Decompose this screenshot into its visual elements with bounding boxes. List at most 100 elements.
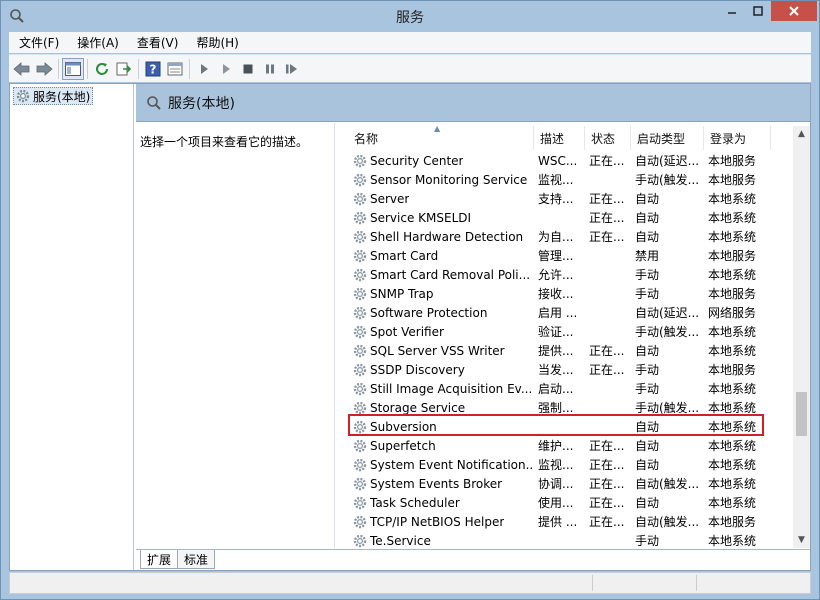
service-logon: 本地系统: [708, 382, 757, 396]
stop-service-button[interactable]: [237, 58, 259, 80]
status-bar: [9, 572, 811, 594]
service-name: SQL Server VSS Writer: [370, 343, 505, 358]
table-row[interactable]: Smart Card Removal Poli... 允许... 手动 本地系统: [348, 265, 795, 284]
forward-button[interactable]: [33, 58, 55, 80]
column-header-logon-label: 登录为: [710, 131, 747, 146]
gear-icon: [353, 249, 367, 262]
restart-icon: [286, 63, 297, 74]
service-name: Service KMSELDI: [370, 210, 472, 225]
service-name: TCP/IP NetBIOS Helper: [370, 514, 505, 529]
service-name-cell: Te.Service: [348, 534, 534, 548]
table-row[interactable]: SQL Server VSS Writer 提供... 正在... 自动 本地系统: [348, 341, 795, 360]
column-header-logon[interactable]: 登录为: [704, 126, 771, 150]
service-logon: 本地系统: [708, 458, 757, 472]
table-row[interactable]: Te.Service 手动 本地系统: [348, 531, 795, 548]
title-bar[interactable]: 服务: [1, 1, 819, 31]
service-startup-type: 自动: [635, 439, 660, 453]
service-desc: WSC...: [538, 153, 578, 168]
table-row[interactable]: Spot Verifier 验证... 手动(触发... 本地系统: [348, 322, 795, 341]
column-header-status[interactable]: 状态: [585, 126, 631, 150]
service-logon: 本地服务: [708, 154, 757, 168]
service-desc: 启动...: [538, 382, 574, 396]
scroll-thumb[interactable]: [796, 392, 807, 436]
table-row[interactable]: Superfetch 维护... 正在... 自动 本地系统: [348, 436, 795, 455]
pause-icon: [266, 64, 274, 73]
table-row[interactable]: System Events Broker 协调... 正在... 自动(触发... 本地…: [348, 474, 795, 493]
service-desc: 监视...: [538, 173, 574, 187]
service-name-cell: TCP/IP NetBIOS Helper: [348, 515, 534, 529]
menu-view[interactable]: 查看(V): [127, 34, 187, 51]
service-status: 正在...: [589, 477, 625, 491]
service-status: 正在...: [589, 439, 625, 453]
table-row[interactable]: SNMP Trap 接收... 手动 本地服务: [348, 284, 795, 303]
service-startup-type: 自动(延迟...: [635, 154, 700, 168]
table-row[interactable]: SSDP Discovery 当发... 正在... 手动 本地服务: [348, 360, 795, 379]
table-row[interactable]: Server 支持... 正在... 自动 本地系统: [348, 189, 795, 208]
service-name: SSDP Discovery: [370, 362, 465, 377]
service-name-cell: Security Center: [348, 154, 534, 168]
service-name: Task Scheduler: [370, 495, 460, 510]
service-name: Still Image Acquisition Ev...: [370, 381, 533, 396]
back-button[interactable]: [11, 58, 33, 80]
pane-header: 服务(本地): [136, 84, 810, 122]
tab-standard[interactable]: 标准: [177, 550, 216, 569]
list-header: 名称 ▲ 描述 状态 启动类型 登录为: [348, 126, 795, 150]
service-name: Server: [370, 191, 410, 206]
service-name: SNMP Trap: [370, 286, 434, 301]
gear-icon: [353, 230, 367, 243]
table-row[interactable]: Shell Hardware Detection 为自... 正在... 自动 本地系统: [348, 227, 795, 246]
service-logon: 本地系统: [708, 325, 757, 339]
table-row[interactable]: Security Center WSC... 正在... 自动(延迟... 本地服务: [348, 151, 795, 170]
service-logon: 本地系统: [708, 268, 757, 282]
column-header-startup[interactable]: 启动类型: [631, 126, 704, 150]
toolbar-separator: [138, 58, 139, 79]
service-startup-type: 手动(触发...: [635, 325, 700, 339]
table-row[interactable]: TCP/IP NetBIOS Helper 提供 ... 正在... 自动(触发...…: [348, 512, 795, 531]
table-row[interactable]: Sensor Monitoring Service 监视... 手动(触发... 本地…: [348, 170, 795, 189]
service-name-cell: System Event Notification...: [348, 458, 534, 472]
properties-button[interactable]: [164, 58, 186, 80]
table-row[interactable]: Software Protection 启用 ... 自动(延迟... 网络服务: [348, 303, 795, 322]
toolbar-separator: [58, 58, 59, 79]
restart-service-button[interactable]: [281, 58, 303, 80]
menu-help[interactable]: 帮助(H): [186, 34, 246, 51]
close-button[interactable]: [771, 1, 817, 21]
scroll-up-icon[interactable]: ▲: [793, 126, 810, 142]
service-desc: 提供 ...: [538, 515, 578, 529]
scroll-down-icon[interactable]: ▼: [793, 532, 810, 548]
export-list-button[interactable]: [113, 58, 135, 80]
start-service-alt-button[interactable]: [215, 58, 237, 80]
table-row[interactable]: Still Image Acquisition Ev... 启动... 手动 本地系统: [348, 379, 795, 398]
service-logon: 本地服务: [708, 249, 757, 263]
show-hide-tree-button[interactable]: [62, 57, 84, 80]
service-startup-type: 手动(触发...: [635, 173, 700, 187]
play-icon: [201, 63, 208, 74]
service-rows: Security Center WSC... 正在... 自动(延迟... 本地服务 Se…: [348, 151, 795, 548]
help-button[interactable]: ?: [142, 58, 164, 80]
service-name: Spot Verifier: [370, 324, 444, 339]
column-header-desc[interactable]: 描述: [534, 126, 585, 150]
highlight-box-subversion: [348, 414, 764, 436]
table-row[interactable]: System Event Notification... 监视... 正在... 自动…: [348, 455, 795, 474]
table-row[interactable]: Task Scheduler 使用... 正在... 自动 本地系统: [348, 493, 795, 512]
minimize-button[interactable]: [719, 1, 745, 21]
service-name-cell: Smart Card Removal Poli...: [348, 268, 534, 282]
maximize-icon: [753, 6, 763, 16]
table-row[interactable]: Service KMSELDI 正在... 自动 本地系统: [348, 208, 795, 227]
menu-file[interactable]: 文件(F): [9, 34, 67, 51]
service-name-cell: Service KMSELDI: [348, 211, 534, 225]
column-header-name[interactable]: 名称 ▲: [348, 126, 534, 150]
vertical-scrollbar[interactable]: ▲ ▼: [793, 126, 810, 548]
table-row[interactable]: Smart Card 管理... 禁用 本地服务: [348, 246, 795, 265]
menu-action[interactable]: 操作(A): [67, 34, 127, 51]
gear-icon: [353, 515, 367, 528]
service-logon: 本地服务: [708, 173, 757, 187]
start-service-button[interactable]: [193, 58, 215, 80]
service-startup-type: 手动: [635, 534, 660, 548]
maximize-button[interactable]: [745, 1, 771, 21]
pause-service-button[interactable]: [259, 58, 281, 80]
tab-extended[interactable]: 扩展: [140, 550, 179, 569]
service-desc: 监视...: [538, 458, 574, 472]
refresh-button[interactable]: [91, 58, 113, 80]
tree-node-services-local[interactable]: 服务(本地): [13, 87, 94, 105]
